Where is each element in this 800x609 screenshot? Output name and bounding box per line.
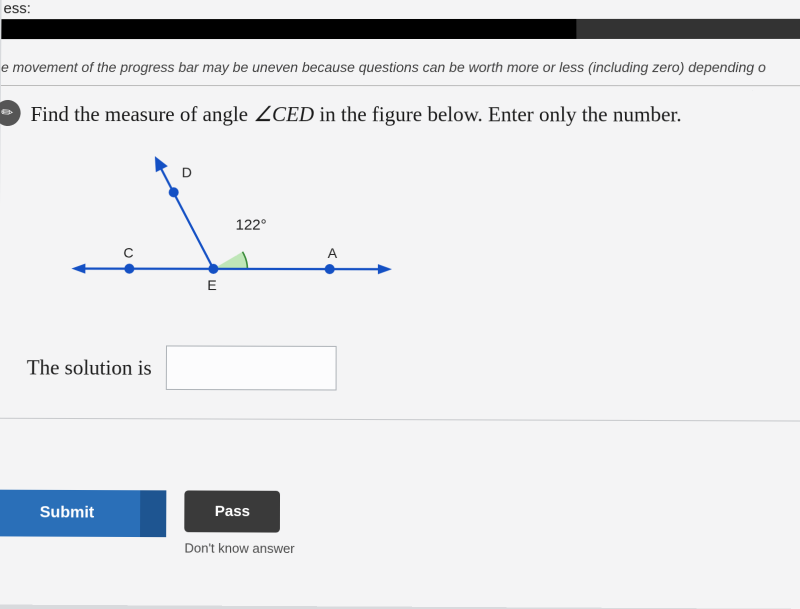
point-label-C: C: [123, 245, 133, 261]
geometry-figure: D C E A 122°: [63, 146, 424, 318]
angle-name: ∠CED: [253, 102, 314, 126]
pencil-icon: ✎: [0, 95, 26, 132]
point-label-A: A: [328, 245, 337, 261]
submit-button[interactable]: Submit: [0, 490, 140, 537]
pass-hint: Don't know answer: [184, 541, 294, 557]
question-prefix: Find the measure of angle: [30, 102, 253, 126]
progress-note: e movement of the progress bar may be un…: [1, 45, 800, 86]
question-row: ✎ Find the measure of angle ∠CED in the …: [1, 86, 800, 129]
progress-area: ess:: [1, 0, 800, 45]
answer-input[interactable]: [166, 346, 337, 391]
solution-row: The solution is: [27, 345, 800, 392]
question-suffix: in the figure below. Enter only the numb…: [314, 102, 682, 126]
pass-button[interactable]: Pass: [184, 491, 280, 533]
button-row: Submit Pass Don't know answer: [0, 419, 800, 559]
point-label-D: D: [182, 165, 192, 181]
pass-column: Pass Don't know answer: [184, 491, 294, 557]
progress-bar: [1, 19, 800, 39]
pencil-glyph: ✎: [0, 103, 18, 124]
angle-value-label: 122°: [236, 217, 267, 234]
question-text: Find the measure of angle ∠CED in the fi…: [30, 100, 681, 129]
point-label-E: E: [207, 277, 216, 293]
progress-label: ess:: [1, 0, 800, 17]
solution-label: The solution is: [27, 355, 152, 381]
